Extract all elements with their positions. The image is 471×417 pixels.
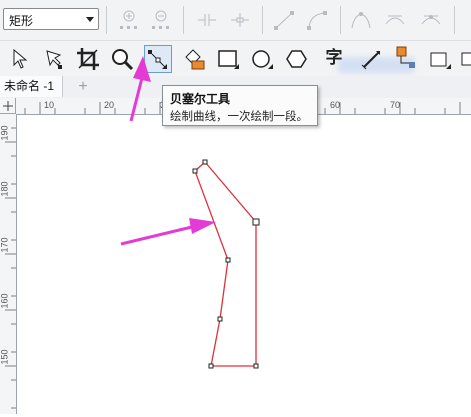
ruler-label: 20 xyxy=(104,100,115,110)
tool-tooltip: 贝塞尔工具 绘制曲线，一次绘制一段。 xyxy=(162,85,318,126)
separator xyxy=(262,6,263,34)
path-node[interactable] xyxy=(202,159,208,165)
separator xyxy=(454,6,455,34)
bezier-tool-icon xyxy=(148,50,167,69)
drawing-canvas[interactable] xyxy=(17,115,471,414)
add-node-icon[interactable] xyxy=(118,8,140,32)
tooltip-title: 贝塞尔工具 xyxy=(170,92,231,106)
zoom-tool-icon[interactable] xyxy=(108,45,136,73)
symmetric-node-icon[interactable] xyxy=(420,8,442,32)
dimension-tool-icon[interactable] xyxy=(358,45,386,73)
toolbox: 字 xyxy=(0,40,471,77)
ruler-label: 190 xyxy=(0,125,10,141)
pick-tool-icon[interactable] xyxy=(6,45,34,73)
separator xyxy=(183,6,184,34)
path-node[interactable] xyxy=(225,257,231,263)
ruler-label: 150 xyxy=(0,349,10,365)
ruler-label: 60 xyxy=(330,100,341,110)
object-type-value: 矩形 xyxy=(9,14,34,28)
path-node[interactable] xyxy=(192,168,198,174)
rectangle-tool-icon[interactable] xyxy=(214,45,242,73)
path-node[interactable] xyxy=(217,316,223,322)
connector-tool-icon[interactable] xyxy=(392,45,420,73)
object-type-select[interactable]: 矩形 xyxy=(3,8,99,30)
shape-tool-icon[interactable] xyxy=(40,45,68,73)
polygon-tool-icon[interactable] xyxy=(283,45,311,73)
separator xyxy=(340,6,341,34)
ruler-label: 70 xyxy=(390,100,401,110)
drawn-path[interactable] xyxy=(17,115,471,414)
break-curve-icon[interactable] xyxy=(229,8,251,32)
path-node[interactable] xyxy=(252,218,260,226)
cusp-node-icon[interactable] xyxy=(350,8,372,32)
interactive-tool-icon[interactable] xyxy=(426,45,454,73)
path-node[interactable] xyxy=(208,363,214,369)
separator xyxy=(106,6,107,34)
ellipse-tool-icon[interactable] xyxy=(248,45,276,73)
text-tool-icon[interactable]: 字 xyxy=(320,45,348,73)
ruler-label: 160 xyxy=(0,293,10,309)
vertical-ruler[interactable]: 190 180 170 160 150 xyxy=(0,114,17,414)
document-tab-label: 未命名 -1 xyxy=(4,79,55,93)
path-node[interactable] xyxy=(253,363,259,369)
crosshair-icon xyxy=(3,101,13,111)
ruler-label: 180 xyxy=(0,181,10,197)
bezier-tool-button[interactable] xyxy=(144,45,172,73)
smooth-node-icon[interactable] xyxy=(384,8,406,32)
smart-fill-tool-icon[interactable] xyxy=(180,45,208,73)
add-tab-button[interactable]: + xyxy=(74,78,92,96)
ruler-origin[interactable] xyxy=(0,98,16,114)
chevron-down-icon xyxy=(86,17,94,22)
property-bar: 矩形 xyxy=(0,0,471,40)
document-tab[interactable]: 未命名 -1 xyxy=(0,76,64,97)
crop-tool-icon[interactable] xyxy=(74,45,102,73)
to-line-icon[interactable] xyxy=(273,8,295,32)
vertical-ruler-ticks xyxy=(5,127,16,409)
ruler-label: 10 xyxy=(44,100,55,110)
join-nodes-icon[interactable] xyxy=(196,8,218,32)
to-curve-icon[interactable] xyxy=(306,8,328,32)
tooltip-description: 绘制曲线，一次绘制一段。 xyxy=(170,111,308,123)
delete-node-icon[interactable] xyxy=(150,8,172,32)
eyedropper-tool-icon[interactable] xyxy=(458,45,471,73)
ruler-label: 170 xyxy=(0,237,10,253)
